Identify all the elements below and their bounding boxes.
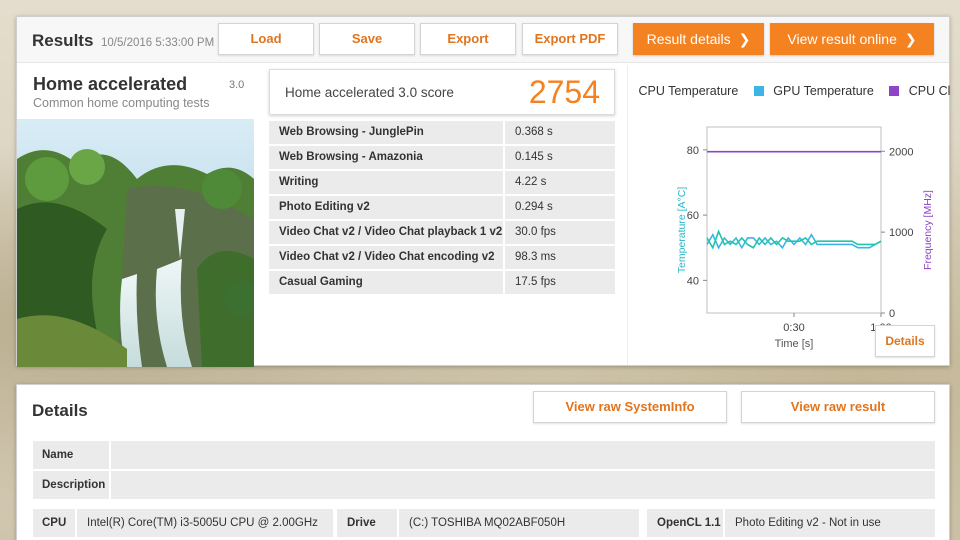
y-right-tick-label: 1000 (889, 227, 913, 239)
hw-value: Intel(R) Core(TM) i3-5005U CPU @ 2.00GHz (77, 509, 333, 537)
legend-swatch-cpu-clock (889, 85, 900, 96)
view-online-button[interactable]: View result online ❯ (770, 23, 934, 55)
overall-score-card: Home accelerated 3.0 score 2754 (269, 69, 615, 115)
details-title: Details (32, 401, 88, 420)
subscore-value: 0.294 s (503, 196, 615, 219)
load-button[interactable]: Load (218, 23, 314, 55)
view-online-label: View result online (787, 31, 897, 47)
subscore-name: Video Chat v2 / Video Chat playback 1 v2 (279, 226, 503, 238)
subscore-row: Photo Editing v2 0.294 s (269, 196, 615, 221)
subscore-table: Web Browsing - JunglePin 0.368 s Web Brow… (269, 121, 615, 296)
hw-key: Drive (337, 509, 397, 537)
chart-legend: CPU Temperature GPU Temperature CPU Clc (635, 83, 951, 98)
y-left-tick-label: 80 (687, 145, 699, 157)
benchmark-image (17, 119, 254, 367)
hw-value: (C:) TOSHIBA MQ02ABF050H (399, 509, 639, 537)
view-raw-result-button[interactable]: View raw result (741, 391, 935, 423)
hw-key: CPU (33, 509, 75, 537)
detail-value (115, 471, 123, 499)
hw-key: OpenCL 1.1 (647, 509, 723, 537)
export-button[interactable]: Export (420, 23, 516, 55)
benchmark-subtitle: Common home computing tests (33, 96, 210, 110)
subscore-value: 4.22 s (503, 171, 615, 194)
legend-swatch-gpu-temp (753, 85, 764, 96)
plot-area (706, 126, 882, 314)
y-right-tick-label: 2000 (889, 146, 913, 158)
hw-value: Photo Editing v2 - Not in use (725, 509, 935, 537)
detail-row-name: Name (33, 441, 935, 469)
subscore-name: Web Browsing - JunglePin (279, 126, 424, 138)
subscore-value: 17.5 fps (503, 271, 615, 294)
results-toolbar: Results 10/5/2016 5:33:00 PM Load Save E… (17, 17, 949, 63)
x-tick-label: 0:30 (783, 322, 804, 334)
result-details-button[interactable]: Result details ❯ (633, 23, 764, 55)
legend-label[interactable]: GPU Temperature (773, 84, 874, 98)
score-label: Home accelerated 3.0 score (285, 85, 454, 100)
subscore-name: Writing (279, 176, 319, 188)
view-raw-systeminfo-button[interactable]: View raw SystemInfo (533, 391, 727, 423)
y-left-tick-label: 40 (687, 275, 699, 287)
details-panel: Details View raw SystemInfo View raw res… (16, 384, 950, 540)
legend-label[interactable]: CPU Clc (909, 84, 951, 98)
subscore-row: Casual Gaming 17.5 fps (269, 271, 615, 296)
detail-value (115, 441, 123, 469)
hardware-row: CPU Intel(R) Core(TM) i3-5005U CPU @ 2.0… (33, 509, 935, 537)
chevron-right-icon: ❯ (738, 31, 751, 47)
y-right-axis-label: Frequency [MHz] (922, 190, 934, 270)
subscore-row: Web Browsing - JunglePin 0.368 s (269, 121, 615, 146)
chart-details-button[interactable]: Details (875, 325, 935, 357)
detail-key: Name (33, 441, 111, 469)
results-panel: Results 10/5/2016 5:33:00 PM Load Save E… (16, 16, 951, 367)
benchmark-version: 3.0 (229, 79, 245, 91)
result-date: 10/5/2016 5:33:00 PM (101, 37, 215, 49)
y-left-tick-label: 60 (687, 210, 699, 222)
subscore-name: Photo Editing v2 (279, 201, 370, 213)
result-details-label: Result details (646, 31, 731, 47)
x-axis-label: Time [s] (775, 338, 814, 350)
subscore-value: 0.368 s (503, 121, 615, 144)
waterfall-landscape-image (17, 119, 254, 367)
y-right-tick-label: 0 (889, 308, 895, 320)
subscore-row: Video Chat v2 / Video Chat playback 1 v2… (269, 221, 615, 246)
subscore-row: Video Chat v2 / Video Chat encoding v2 98… (269, 246, 615, 271)
save-button[interactable]: Save (319, 23, 415, 55)
subscore-value: 0.145 s (503, 146, 615, 169)
divider (627, 65, 628, 365)
subscore-row: Writing 4.22 s (269, 171, 615, 196)
subscore-value: 30.0 fps (503, 221, 615, 244)
benchmark-name: Home accelerated (33, 74, 188, 94)
chevron-right-icon: ❯ (904, 31, 917, 47)
subscore-name: Casual Gaming (279, 276, 363, 288)
legend-label[interactable]: CPU Temperature (638, 84, 738, 98)
detail-key: Description (33, 471, 111, 499)
subscore-name: Video Chat v2 / Video Chat encoding v2 (279, 251, 495, 263)
export-pdf-button[interactable]: Export PDF (522, 23, 618, 55)
results-title: Results (32, 31, 94, 50)
detail-row-description: Description (33, 471, 935, 499)
y-left-axis-label: Temperature [A°C] (676, 187, 688, 274)
score-value: 2754 (528, 74, 600, 110)
subscore-row: Web Browsing - Amazonia 0.145 s (269, 146, 615, 171)
subscore-name: Web Browsing - Amazonia (279, 151, 423, 163)
subscore-value: 98.3 ms (503, 246, 615, 269)
